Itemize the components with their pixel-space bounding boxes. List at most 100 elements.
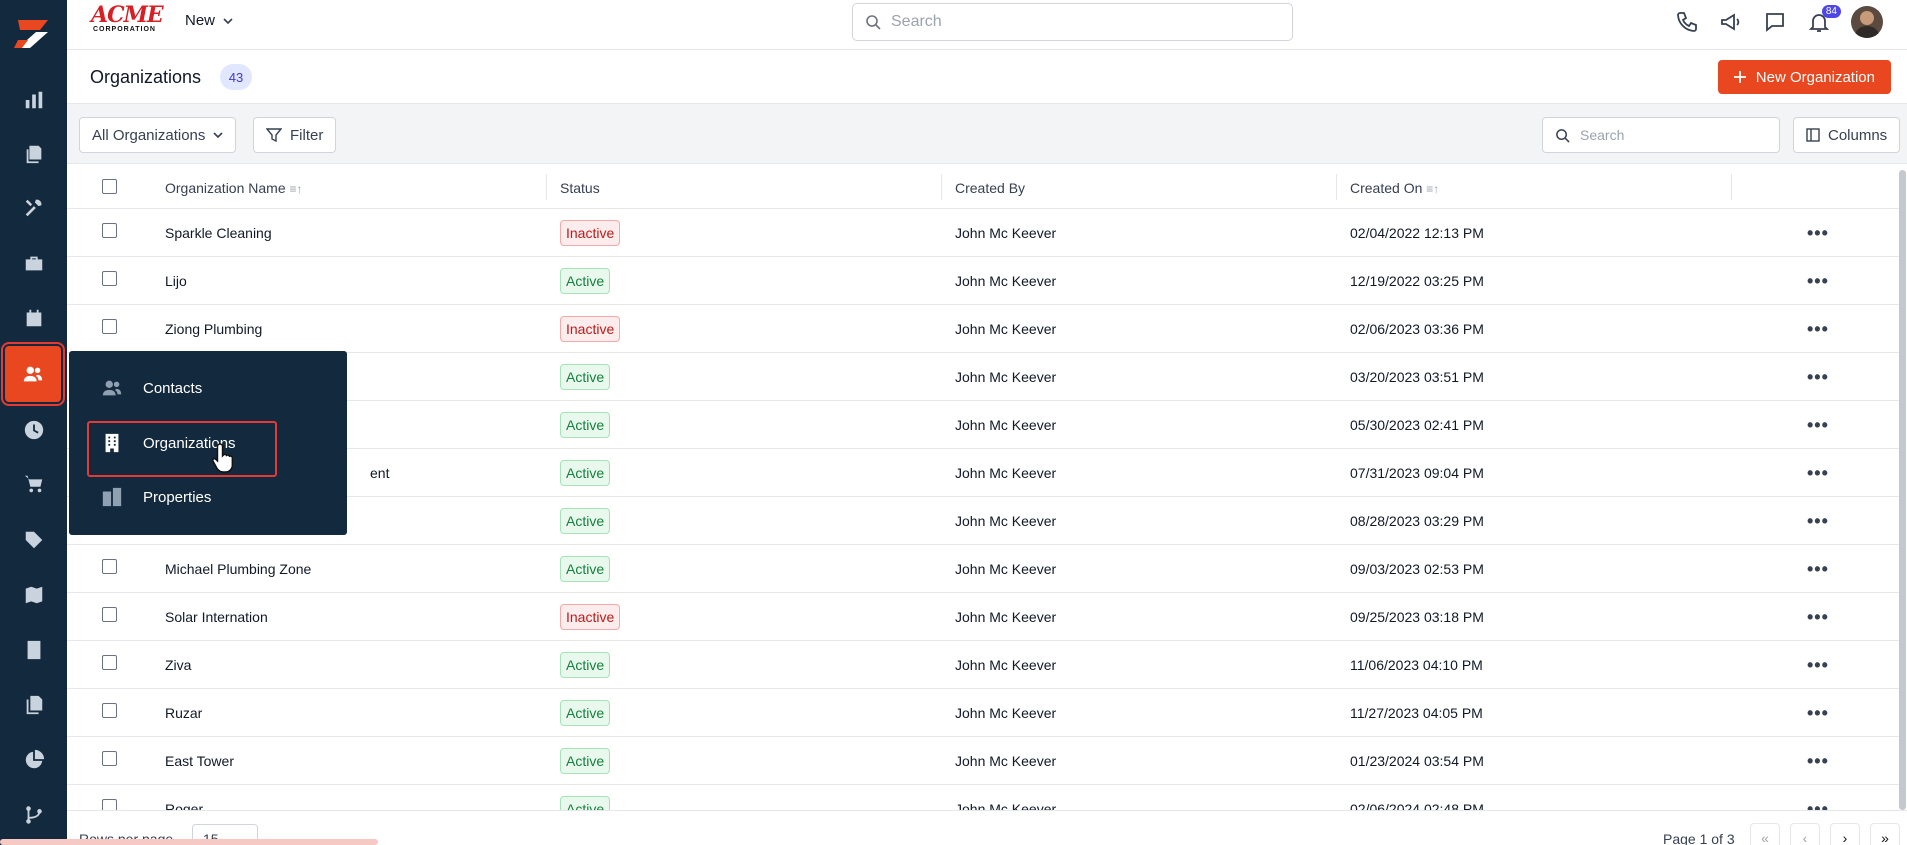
- user-avatar[interactable]: [1851, 6, 1883, 38]
- row-checkbox[interactable]: [102, 655, 117, 670]
- new-organization-button[interactable]: New Organization: [1717, 60, 1891, 94]
- brand-logo[interactable]: ACME CORPORATION: [91, 4, 164, 36]
- global-search-input[interactable]: Search: [852, 3, 1293, 41]
- organization-name-cell[interactable]: Michael Plumbing Zone: [165, 561, 311, 577]
- row-checkbox[interactable]: [102, 319, 117, 334]
- brand-sub: CORPORATION: [93, 26, 156, 33]
- table-search-input[interactable]: Search: [1542, 117, 1780, 153]
- table-row[interactable]: East Tower Active John Mc Keever 01/23/2024…: [67, 737, 1899, 785]
- chat-icon: [1766, 13, 1784, 32]
- header-organization-name[interactable]: Organization Name ≡↑: [165, 180, 303, 196]
- nav-workflows[interactable]: [0, 792, 67, 838]
- created-by-cell: John Mc Keever: [955, 513, 1057, 529]
- filter-button[interactable]: Filter: [253, 117, 337, 153]
- sort-icon[interactable]: ≡↑: [1426, 182, 1439, 196]
- chat-button[interactable]: [1763, 10, 1787, 34]
- prev-page-button[interactable]: ‹: [1790, 823, 1820, 845]
- nav-calculator[interactable]: [0, 627, 67, 673]
- organization-name-cell[interactable]: Sparkle Cleaning: [165, 225, 272, 241]
- announcements-button[interactable]: [1719, 10, 1743, 34]
- flyout-item-contacts[interactable]: Contacts: [69, 366, 347, 410]
- megaphone-icon: [1721, 13, 1740, 31]
- clock-icon: [24, 420, 43, 440]
- last-page-button[interactable]: »: [1870, 823, 1900, 845]
- more-actions-icon[interactable]: •••: [1807, 655, 1829, 676]
- next-page-button[interactable]: ›: [1830, 823, 1860, 845]
- created-by-cell: John Mc Keever: [955, 657, 1057, 673]
- more-actions-icon[interactable]: •••: [1807, 415, 1829, 436]
- more-actions-icon[interactable]: •••: [1807, 367, 1829, 388]
- organization-name-cell[interactable]: Solar Internation: [165, 609, 268, 625]
- more-actions-icon[interactable]: •••: [1807, 271, 1829, 292]
- table-row[interactable]: Lijo Active John Mc Keever 12/19/2022 03:25…: [67, 257, 1899, 305]
- row-checkbox[interactable]: [102, 751, 117, 766]
- status-badge: Inactive: [560, 220, 621, 246]
- select-all-checkbox[interactable]: [102, 179, 117, 194]
- more-actions-icon[interactable]: •••: [1807, 319, 1829, 340]
- more-actions-icon[interactable]: •••: [1807, 703, 1829, 724]
- nav-tags[interactable]: [0, 517, 67, 563]
- organization-name-cell[interactable]: Ziva: [165, 657, 191, 673]
- header-created-by[interactable]: Created By: [955, 180, 1025, 196]
- nav-reports[interactable]: [0, 77, 67, 123]
- row-checkbox[interactable]: [102, 607, 117, 622]
- view-select-label: All Organizations: [92, 126, 206, 144]
- view-select[interactable]: All Organizations: [79, 117, 237, 153]
- organization-name-cell[interactable]: Ruzar: [165, 705, 202, 721]
- table-row[interactable]: Ziva Active John Mc Keever 11/06/2023 04:10…: [67, 641, 1899, 689]
- phone-button[interactable]: [1675, 10, 1699, 34]
- app-logo-icon[interactable]: [10, 12, 54, 56]
- row-checkbox[interactable]: [102, 559, 117, 574]
- more-actions-icon[interactable]: •••: [1807, 559, 1829, 580]
- calculator-icon: [27, 640, 40, 660]
- created-on-cell: 08/28/2023 03:29 PM: [1350, 513, 1484, 529]
- flyout-item-properties[interactable]: Properties: [69, 475, 347, 519]
- nav-tools[interactable]: [0, 185, 67, 231]
- phone-icon: [1677, 12, 1697, 32]
- created-by-cell: John Mc Keever: [955, 705, 1057, 721]
- organization-name-cell[interactable]: East Tower: [165, 753, 234, 769]
- new-menu-button[interactable]: New: [185, 12, 233, 29]
- nav-contacts[interactable]: [0, 342, 67, 406]
- new-organization-label: New Organization: [1755, 68, 1875, 86]
- row-checkbox[interactable]: [102, 223, 117, 238]
- more-actions-icon[interactable]: •••: [1807, 463, 1829, 484]
- nav-jobs[interactable]: [0, 240, 67, 286]
- nav-time[interactable]: [0, 407, 67, 453]
- header-created-on[interactable]: Created On ≡↑: [1350, 180, 1439, 196]
- nav-calendar[interactable]: [0, 295, 67, 341]
- more-actions-icon[interactable]: •••: [1807, 223, 1829, 244]
- status-badge: Active: [560, 460, 611, 486]
- more-actions-icon[interactable]: •••: [1807, 751, 1829, 772]
- nav-files[interactable]: [0, 682, 67, 728]
- nav-store[interactable]: [0, 461, 67, 507]
- table-row[interactable]: Ziong Plumbing Inactive John Mc Keever 02/0…: [67, 305, 1899, 353]
- sort-icon[interactable]: ≡↑: [290, 182, 303, 196]
- more-actions-icon[interactable]: •••: [1807, 511, 1829, 532]
- columns-button[interactable]: Columns: [1793, 117, 1901, 153]
- bar-chart-icon: [25, 91, 42, 109]
- created-by-cell: John Mc Keever: [955, 561, 1057, 577]
- first-page-button[interactable]: «: [1750, 823, 1780, 845]
- organization-name-cell[interactable]: Ziong Plumbing: [165, 321, 262, 337]
- page-title: Organizations: [90, 67, 202, 87]
- nav-map[interactable]: [0, 572, 67, 618]
- organization-name-cell[interactable]: Lijo: [165, 273, 187, 289]
- created-on-cell: 11/06/2023 04:10 PM: [1350, 657, 1483, 673]
- nav-quotes[interactable]: [0, 131, 67, 177]
- row-checkbox[interactable]: [102, 703, 117, 718]
- vertical-scrollbar[interactable]: [1899, 170, 1906, 810]
- nav-analytics[interactable]: [0, 737, 67, 783]
- organization-name-cell[interactable]: ent: [370, 465, 389, 481]
- status-badge: Inactive: [560, 604, 621, 630]
- more-actions-icon[interactable]: •••: [1807, 607, 1829, 628]
- notifications-button[interactable]: 84: [1807, 5, 1841, 34]
- table-row[interactable]: Ruzar Active John Mc Keever 11/27/2023 04:0…: [67, 689, 1899, 737]
- table-row[interactable]: Sparkle Cleaning Inactive John Mc Keever 02…: [67, 209, 1899, 257]
- table-row[interactable]: Solar Internation Inactive John Mc Keever 0…: [67, 593, 1899, 641]
- status-badge: Active: [560, 556, 611, 582]
- table-row[interactable]: Michael Plumbing Zone Active John Mc Keeve…: [67, 545, 1899, 593]
- header-status[interactable]: Status: [560, 180, 600, 196]
- row-checkbox[interactable]: [102, 271, 117, 286]
- left-rail: [0, 0, 67, 845]
